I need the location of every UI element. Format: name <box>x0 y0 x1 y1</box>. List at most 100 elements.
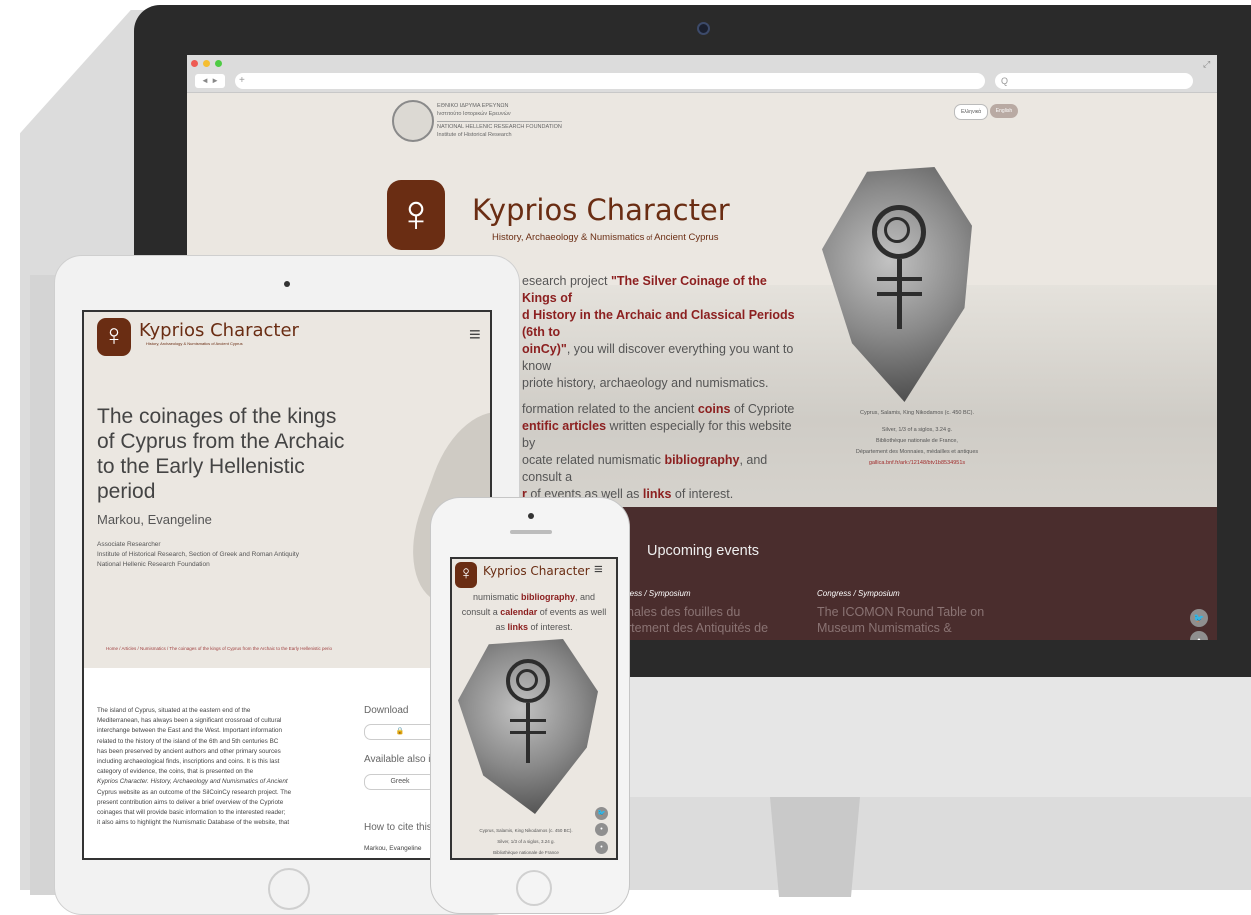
intro-text-span: priote history, archaeology and numismat… <box>522 376 769 390</box>
coin-bar-1 <box>510 719 546 722</box>
body-line: has been preserved by ancient authors an… <box>97 747 281 755</box>
lang-english-button[interactable]: English <box>990 104 1018 118</box>
institution-line-3: NATIONAL HELLENIC RESEARCH FOUNDATION <box>437 121 562 132</box>
phone-hamburger-menu-icon[interactable]: ≡ <box>594 561 603 578</box>
phone-home-button[interactable] <box>516 870 552 906</box>
maximize-window-icon[interactable] <box>215 60 222 67</box>
institution-line-1: ΕΘΝΙΚΟ ΙΔΡΥΜΑ ΕΡΕΥΝΩΝ <box>437 103 509 109</box>
phone-coin-image[interactable] <box>458 639 598 814</box>
caption-line-2: Silver, 1/3 of a siglos, 3.24 g. <box>881 427 953 433</box>
institution-name[interactable]: ΕΘΝΙΚΟ ΙΔΡΥΜΑ ΕΡΕΥΝΩΝ Ινστιτούτο Ιστορικ… <box>437 103 562 139</box>
coin-inner-ring <box>884 217 910 243</box>
article-title: The coinages of the kings of Cyprus from… <box>97 404 344 504</box>
intro-paragraph-1: esearch project "The Silver Coinage of t… <box>522 273 804 392</box>
phone-text-span: of events as well <box>537 607 607 617</box>
tablet-site-subtitle: History, Archaeology & Numismatics of An… <box>146 341 243 346</box>
body-line: including archaeological finds, inscript… <box>97 758 280 766</box>
twitter-icon[interactable]: 🐦 <box>1190 609 1208 627</box>
coins-link[interactable]: coins <box>698 402 731 416</box>
site-logo[interactable]: ♀ <box>387 180 445 250</box>
phone-links-link[interactable]: links <box>507 622 528 632</box>
phone-calendar-link[interactable]: calendar <box>500 607 537 617</box>
event-title-line: Museum Numismatics & <box>817 621 952 635</box>
citation-author: Markou, Evangeline <box>364 845 422 852</box>
intro-text-span: of interest. <box>671 487 734 501</box>
article-body: The island of Cyprus, situated at the ea… <box>97 706 349 828</box>
body-line: Cyprus website as an outcome of the SilC… <box>97 788 292 796</box>
event-title-link[interactable]: nales des fouilles du rtement des Antiqu… <box>627 604 768 636</box>
phone-twitter-icon[interactable]: 🐦 <box>595 807 608 820</box>
affiliation-line: National Hellenic Research Foundation <box>97 561 210 568</box>
download-label: Download <box>364 705 409 716</box>
article-author[interactable]: Markou, Evangeline <box>97 512 212 527</box>
caption-line: Cyprus, Salamis, King Nikodamos (c. 450 … <box>479 828 573 833</box>
phone-text-span: of interest. <box>528 622 573 632</box>
body-line: Mediterranean, has always been a signifi… <box>97 717 282 725</box>
minimize-window-icon[interactable] <box>203 60 210 67</box>
project-title-link-3[interactable]: oinCy)" <box>522 342 567 356</box>
fullscreen-icon[interactable]: ⤢ <box>1203 59 1210 70</box>
phone-camera-icon <box>528 513 534 519</box>
tablet-site-logo[interactable]: ♀ <box>97 318 131 356</box>
phone-share-icon[interactable]: • <box>595 823 608 836</box>
kyprios-symbol-icon: ♀ <box>458 563 474 584</box>
article-title-line: of Cyprus from the Archaic <box>97 430 345 453</box>
caption-line: Bibliothèque nationale de France <box>493 850 559 855</box>
phone-social-icon[interactable]: • <box>595 841 608 854</box>
phone-intro-line: numismatic bibliography, and <box>452 590 616 605</box>
article-title-line: to the Early Hellenistic <box>97 455 305 478</box>
intro-text-span: formation related to the ancient <box>522 402 698 416</box>
bibliography-link[interactable]: bibliography <box>664 453 739 467</box>
body-line: it also aims to highlight the Numismatic… <box>97 819 290 827</box>
phone-intro-text: numismatic bibliography, and consult a c… <box>452 590 616 635</box>
event-title-line: nales des fouilles du <box>627 605 741 619</box>
coin-bar-1 <box>877 277 922 281</box>
subtitle-end: Ancient Cyprus <box>654 232 719 243</box>
event-type-label: ress / Symposium <box>627 589 691 598</box>
intro-text: esearch project "The Silver Coinage of t… <box>522 273 804 503</box>
camera-icon <box>697 22 710 35</box>
phone-site-logo[interactable]: ♀ <box>455 562 477 588</box>
phone-text-span: numismatic <box>472 592 521 602</box>
intro-paragraph-2: formation related to the ancient coins o… <box>522 401 804 503</box>
project-title-link-2[interactable]: d History in the Archaic and Classical P… <box>522 308 795 339</box>
event-title-line: The ICOMON Round Table on <box>817 605 985 619</box>
affiliation-line: Institute of Historical Research, Sectio… <box>97 551 299 558</box>
event-title-link[interactable]: The ICOMON Round Table on Museum Numisma… <box>817 604 984 636</box>
phone-text-span: , and <box>574 592 596 602</box>
site-subtitle: History, Archaeology & Numismatics of An… <box>492 232 719 243</box>
phone-coin-caption: Cyprus, Salamis, King Nikodamos (c. 450 … <box>456 825 596 858</box>
subtitle-of: of <box>644 235 655 242</box>
institution-seal-logo[interactable] <box>392 100 434 142</box>
body-line: The island of Cyprus, situated at the ea… <box>97 707 251 714</box>
kyprios-symbol-icon: ♀ <box>102 319 126 352</box>
download-pdf-button[interactable]: 🔒 <box>364 724 436 740</box>
back-forward-buttons[interactable]: ◄ ► <box>195 74 225 88</box>
phone-speaker <box>510 530 552 534</box>
phone-bibliography-link[interactable]: bibliography <box>521 592 575 602</box>
hamburger-menu-icon[interactable]: ≡ <box>469 324 481 347</box>
phone-intro-line: as links of interest. <box>452 620 616 635</box>
address-bar[interactable]: + <box>235 73 985 89</box>
intro-text-span: esearch project <box>522 274 611 288</box>
phone-site-title[interactable]: Kyprios Character <box>483 564 590 578</box>
site-title[interactable]: Kyprios Character <box>472 193 730 227</box>
caption-source-link[interactable]: gallica.bnf.fr/ark:/12148/btv1b8534951s <box>827 458 1007 469</box>
institution-line-2: Ινστιτούτο Ιστορικών Ερευνών <box>437 110 511 117</box>
breadcrumb[interactable]: Home / Articles / Numismatics / The coin… <box>106 646 332 651</box>
tablet-camera-icon <box>284 281 290 287</box>
tablet-home-button[interactable] <box>268 868 310 910</box>
body-line: category of evidence, the coins, that is… <box>97 768 254 776</box>
tablet-site-title[interactable]: Kyprios Character <box>139 320 299 341</box>
body-line: related to the history of the island of … <box>97 737 279 745</box>
close-window-icon[interactable] <box>191 60 198 67</box>
browser-chrome: ◄ ► + Q ⤢ <box>187 55 1217 93</box>
intro-text-span: of Cypriote <box>730 402 795 416</box>
greek-version-button[interactable]: Greek <box>364 774 436 790</box>
browser-search-input[interactable]: Q <box>995 73 1193 89</box>
links-link[interactable]: links <box>643 487 672 501</box>
articles-link[interactable]: entific articles <box>522 419 606 433</box>
share-icon[interactable]: • <box>1190 631 1208 640</box>
article-title-line: The coinages of the kings <box>97 405 337 428</box>
lang-greek-button[interactable]: Ελληνικά <box>954 104 988 120</box>
